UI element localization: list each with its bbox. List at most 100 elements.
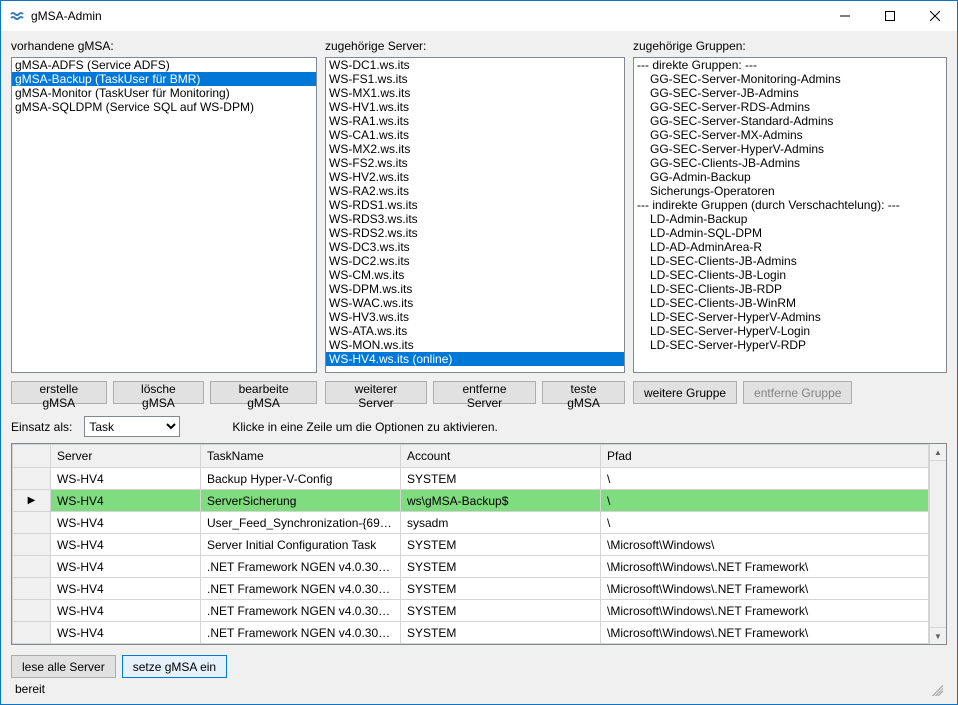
- scroll-up-icon[interactable]: ▲: [930, 444, 946, 461]
- cell-path[interactable]: \Microsoft\Windows\.NET Framework\: [601, 578, 929, 600]
- cell-task[interactable]: Backup Hyper-V-Config: [201, 468, 401, 490]
- set-gmsa-button[interactable]: setze gMSA ein: [122, 655, 227, 678]
- edit-gmsa-button[interactable]: bearbeite gMSA: [210, 381, 317, 404]
- group-list-item[interactable]: LD-SEC-Clients-JB-Login: [634, 268, 946, 282]
- table-row[interactable]: WS-HV4.NET Framework NGEN v4.0.30319 6..…: [13, 600, 929, 622]
- col-account[interactable]: Account: [401, 445, 601, 468]
- table-row[interactable]: WS-HV4User_Feed_Synchronization-{69471FA…: [13, 512, 929, 534]
- cell-path[interactable]: \: [601, 490, 929, 512]
- cell-path[interactable]: \: [601, 512, 929, 534]
- cell-path[interactable]: \Microsoft\Windows\.NET Framework\: [601, 556, 929, 578]
- server-list-item[interactable]: WS-MX1.ws.its: [326, 86, 624, 100]
- cell-task[interactable]: Server Initial Configuration Task: [201, 534, 401, 556]
- table-row[interactable]: WS-HV4.NET Framework NGEN v4.0.30319SYST…: [13, 556, 929, 578]
- group-list-item[interactable]: GG-SEC-Server-JB-Admins: [634, 86, 946, 100]
- group-list-item[interactable]: LD-AD-AdminArea-R: [634, 240, 946, 254]
- row-marker[interactable]: [13, 556, 51, 578]
- delete-gmsa-button[interactable]: lösche gMSA: [113, 381, 205, 404]
- cell-task[interactable]: .NET Framework NGEN v4.0.30319: [201, 556, 401, 578]
- server-list-item[interactable]: WS-WAC.ws.its: [326, 296, 624, 310]
- col-server[interactable]: Server: [51, 445, 201, 468]
- group-list-item[interactable]: LD-SEC-Server-HyperV-Login: [634, 324, 946, 338]
- row-marker[interactable]: [13, 600, 51, 622]
- cell-account[interactable]: SYSTEM: [401, 600, 601, 622]
- group-list-item[interactable]: GG-SEC-Clients-JB-Admins: [634, 156, 946, 170]
- group-list-item[interactable]: GG-Admin-Backup: [634, 170, 946, 184]
- server-list-item[interactable]: WS-RA2.ws.its: [326, 184, 624, 198]
- group-list-item[interactable]: GG-SEC-Server-RDS-Admins: [634, 100, 946, 114]
- gmsa-listbox[interactable]: gMSA-ADFS (Service ADFS)gMSA-Backup (Tas…: [11, 57, 317, 373]
- add-server-button[interactable]: weiterer Server: [325, 381, 427, 404]
- group-listbox[interactable]: --- direkte Gruppen: ---GG-SEC-Server-Mo…: [633, 57, 947, 373]
- cell-task[interactable]: ServerSicherung: [201, 490, 401, 512]
- resize-grip-icon[interactable]: [929, 682, 943, 696]
- server-list-item[interactable]: WS-DPM.ws.its: [326, 282, 624, 296]
- col-taskname[interactable]: TaskName: [201, 445, 401, 468]
- cell-account[interactable]: ws\gMSA-Backup$: [401, 490, 601, 512]
- group-list-item[interactable]: GG-SEC-Server-Monitoring-Admins: [634, 72, 946, 86]
- server-list-item[interactable]: WS-FS2.ws.its: [326, 156, 624, 170]
- server-list-item[interactable]: WS-RDS1.ws.its: [326, 198, 624, 212]
- table-row[interactable]: WS-HV4.NET Framework NGEN v4.0.30319 C..…: [13, 622, 929, 644]
- server-list-item[interactable]: WS-HV3.ws.its: [326, 310, 624, 324]
- cell-server[interactable]: WS-HV4: [51, 622, 201, 644]
- server-listbox[interactable]: WS-DC1.ws.itsWS-FS1.ws.itsWS-MX1.ws.its W…: [325, 57, 625, 373]
- row-marker[interactable]: [13, 578, 51, 600]
- add-group-button[interactable]: weitere Gruppe: [633, 381, 737, 404]
- cell-server[interactable]: WS-HV4: [51, 600, 201, 622]
- group-list-item[interactable]: LD-SEC-Clients-JB-RDP: [634, 282, 946, 296]
- cell-task[interactable]: .NET Framework NGEN v4.0.30319 C...: [201, 622, 401, 644]
- group-list-item[interactable]: LD-Admin-Backup: [634, 212, 946, 226]
- cell-account[interactable]: SYSTEM: [401, 556, 601, 578]
- table-row[interactable]: WS-HV4.NET Framework NGEN v4.0.30319 64S…: [13, 578, 929, 600]
- cell-account[interactable]: SYSTEM: [401, 468, 601, 490]
- einsatz-select[interactable]: Task: [84, 416, 180, 437]
- cell-path[interactable]: \Microsoft\Windows\.NET Framework\: [601, 600, 929, 622]
- group-list-item[interactable]: GG-SEC-Server-Standard-Admins: [634, 114, 946, 128]
- group-list-item[interactable]: LD-SEC-Server-HyperV-Admins: [634, 310, 946, 324]
- create-gmsa-button[interactable]: erstelle gMSA: [11, 381, 107, 404]
- minimize-button[interactable]: [822, 1, 867, 31]
- server-list-item[interactable]: WS-DC3.ws.its: [326, 240, 624, 254]
- server-list-item[interactable]: WS-MX2.ws.its: [326, 142, 624, 156]
- server-list-item[interactable]: WS-CA1.ws.its: [326, 128, 624, 142]
- gmsa-list-item[interactable]: gMSA-SQLDPM (Service SQL auf WS-DPM): [12, 100, 316, 114]
- cell-account[interactable]: SYSTEM: [401, 534, 601, 556]
- group-list-item[interactable]: --- direkte Gruppen: ---: [634, 58, 946, 72]
- cell-account[interactable]: sysadm: [401, 512, 601, 534]
- col-path[interactable]: Pfad: [601, 445, 929, 468]
- gmsa-list-item[interactable]: gMSA-Monitor (TaskUser für Monitoring): [12, 86, 316, 100]
- table-row[interactable]: WS-HV4Server Initial Configuration TaskS…: [13, 534, 929, 556]
- cell-server[interactable]: WS-HV4: [51, 556, 201, 578]
- group-list-item[interactable]: LD-SEC-Clients-JB-WinRM: [634, 296, 946, 310]
- cell-server[interactable]: WS-HV4: [51, 534, 201, 556]
- server-list-item[interactable]: WS-MON.ws.its: [326, 338, 624, 352]
- group-list-item[interactable]: GG-SEC-Server-HyperV-Admins: [634, 142, 946, 156]
- read-all-servers-button[interactable]: lese alle Server: [11, 655, 116, 678]
- server-list-item[interactable]: WS-HV4.ws.its (online): [326, 352, 624, 366]
- test-gmsa-button[interactable]: teste gMSA: [542, 381, 625, 404]
- cell-task[interactable]: .NET Framework NGEN v4.0.30319 64: [201, 578, 401, 600]
- server-list-item[interactable]: WS-DC1.ws.its: [326, 58, 624, 72]
- group-list-item[interactable]: GG-SEC-Server-MX-Admins: [634, 128, 946, 142]
- scroll-down-icon[interactable]: ▼: [930, 627, 946, 644]
- group-list-item[interactable]: Sicherungs-Operatoren: [634, 184, 946, 198]
- remove-server-button[interactable]: entferne Server: [433, 381, 536, 404]
- cell-server[interactable]: WS-HV4: [51, 512, 201, 534]
- server-list-item[interactable]: WS-RDS2.ws.its: [326, 226, 624, 240]
- gmsa-list-item[interactable]: gMSA-ADFS (Service ADFS): [12, 58, 316, 72]
- row-marker[interactable]: [13, 512, 51, 534]
- gmsa-list-item[interactable]: gMSA-Backup (TaskUser für BMR): [12, 72, 316, 86]
- cell-server[interactable]: WS-HV4: [51, 468, 201, 490]
- row-marker[interactable]: [13, 468, 51, 490]
- cell-path[interactable]: \Microsoft\Windows\.NET Framework\: [601, 622, 929, 644]
- group-list-item[interactable]: LD-Admin-SQL-DPM: [634, 226, 946, 240]
- maximize-button[interactable]: [867, 1, 912, 31]
- server-list-item[interactable]: WS-FS1.ws.its: [326, 72, 624, 86]
- server-list-item[interactable]: WS-HV2.ws.its: [326, 170, 624, 184]
- task-table[interactable]: Server TaskName Account Pfad WS-HV4Backu…: [12, 444, 929, 644]
- cell-server[interactable]: WS-HV4: [51, 578, 201, 600]
- group-list-item[interactable]: LD-SEC-Server-HyperV-RDP: [634, 338, 946, 352]
- cell-task[interactable]: User_Feed_Synchronization-{69471FA...: [201, 512, 401, 534]
- table-row[interactable]: ▶WS-HV4ServerSicherungws\gMSA-Backup$\: [13, 490, 929, 512]
